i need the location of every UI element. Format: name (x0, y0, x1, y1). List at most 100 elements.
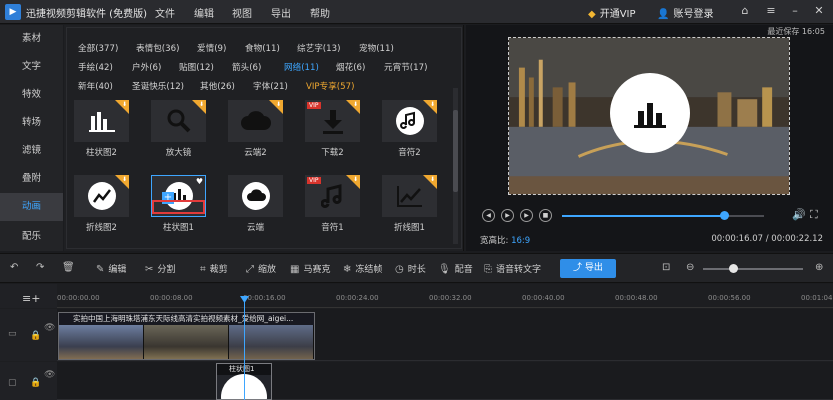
library-item-magnifier[interactable]: ⬇ (151, 100, 206, 142)
menu-export[interactable]: 导出 (271, 5, 291, 20)
category-outdoor[interactable]: 户外(6) (132, 61, 161, 73)
split-button[interactable]: ✂ 分割 (145, 262, 175, 275)
sidebar-item-transition[interactable]: 转场 (0, 109, 63, 137)
library-item-bar-chart-1[interactable]: + ♥ (151, 175, 206, 217)
time-ruler[interactable]: 00:00:00.00 00:00:08.00 00:00:16.00 00:0… (57, 284, 833, 308)
sidebar-item-music[interactable]: 配乐 (0, 223, 63, 251)
sidebar-item-filter[interactable]: 滤镜 (0, 137, 63, 165)
undo-icon[interactable]: ↶ (10, 262, 22, 273)
stop-icon[interactable]: ■ (539, 209, 552, 222)
zoom-in-icon[interactable]: ⊕ (815, 262, 827, 273)
menu-help[interactable]: 帮助 (310, 5, 330, 20)
delete-icon[interactable]: 🗑 (62, 262, 79, 273)
library-scroll-thumb[interactable] (453, 110, 458, 192)
library-item-bar-chart-2[interactable]: ⬇ (74, 100, 129, 142)
export-label: 导出 (584, 263, 603, 273)
category-pet[interactable]: 宠物(11) (359, 42, 394, 54)
category-food[interactable]: 食物(11) (245, 42, 280, 54)
zoom-button[interactable]: ⤢ 缩放 (246, 262, 276, 275)
microphone-icon: 🎙 (438, 264, 451, 275)
sidebar-item-overlay[interactable]: 叠附 (0, 165, 63, 193)
category-sticker[interactable]: 贴图(12) (179, 61, 214, 73)
freeze-frame-button[interactable]: ❄ 冻结帧 (343, 262, 382, 275)
freeze-icon: ❄ (343, 264, 352, 275)
add-track-icon[interactable]: ≡+ (22, 292, 40, 305)
account-button[interactable]: 👤 账号登录 (657, 5, 713, 20)
minimize-icon[interactable]: – (788, 4, 802, 18)
sidebar-item-text[interactable]: 文字 (0, 53, 63, 81)
category-variety-text[interactable]: 综艺字(13) (297, 42, 340, 54)
overlay-track[interactable] (57, 362, 833, 400)
library-item-label: 云端 (246, 223, 264, 233)
playhead[interactable] (244, 298, 245, 400)
menu-edit[interactable]: 编辑 (194, 5, 214, 20)
category-emoji[interactable]: 表情包(36) (136, 42, 179, 54)
vip-badge: VIP (307, 102, 321, 109)
video-clip[interactable]: 实拍中国上海明珠塔浦东天际线高清实拍视频素材_爱给网_aigei... (58, 312, 315, 360)
prev-frame-icon[interactable]: ◀ (482, 209, 495, 222)
library-item-label: 柱状图1 (163, 223, 194, 233)
library-item-cloud[interactable] (228, 175, 283, 217)
redo-icon[interactable]: ↷ (36, 262, 48, 273)
sidebar-item-material[interactable]: 素材 (0, 25, 63, 53)
zoom-fit-icon[interactable]: ⊡ (662, 262, 674, 273)
tick-label: 00:00:56.00 (708, 294, 751, 302)
tick-label: 00:00:48.00 (615, 294, 658, 302)
home-icon[interactable]: ⌂ (738, 4, 752, 18)
heart-icon[interactable]: ♥ (196, 177, 203, 186)
library-item-cloud-2[interactable]: ⬇ (228, 100, 283, 142)
library-item-line-chart-1[interactable]: ⬇ (382, 175, 437, 217)
preview-canvas[interactable] (508, 37, 790, 195)
zoom-slider[interactable] (703, 268, 803, 270)
speech-to-text-button[interactable]: ⎘ 语音转文字 (484, 262, 541, 275)
sidebar-item-animation[interactable]: 动画 (0, 193, 63, 221)
mosaic-button[interactable]: ▦ 马赛克 (290, 262, 330, 275)
fullscreen-icon[interactable]: ⛶ (810, 208, 818, 222)
eye-icon[interactable]: 👁 (44, 370, 55, 380)
menu-view[interactable]: 视图 (232, 5, 252, 20)
play-icon[interactable]: ▶ (501, 209, 514, 222)
category-fireworks[interactable]: 烟花(6) (336, 61, 365, 73)
category-love[interactable]: 爱情(9) (197, 42, 226, 54)
seek-handle[interactable] (719, 211, 729, 220)
vip-button[interactable]: ◆ 开通VIP (588, 5, 636, 20)
next-frame-icon[interactable]: ▶ (520, 209, 533, 222)
library-item-music-1[interactable]: VIP ⬇ (305, 175, 360, 217)
zoom-slider-handle[interactable] (729, 264, 738, 273)
voiceover-button[interactable]: 🎙 配音 (438, 262, 473, 275)
category-handdrawn[interactable]: 手绘(42) (78, 61, 113, 73)
category-vip[interactable]: VIP专享(57) (306, 80, 354, 92)
category-all[interactable]: 全部(377) (78, 42, 118, 54)
eye-icon[interactable]: 👁 (44, 323, 55, 333)
edit-label: 编辑 (108, 265, 127, 275)
lock-icon[interactable]: 🔒 (30, 378, 41, 388)
zoom-icon: ⤢ (246, 264, 254, 275)
edit-button[interactable]: ✎ 编辑 (96, 262, 126, 275)
tick-label: 00:01:04.00 (801, 294, 833, 302)
category-font[interactable]: 字体(21) (253, 80, 288, 92)
close-icon[interactable]: ✕ (812, 4, 826, 18)
preview-panel: 最近保存 16:05 ◀ ▶ ▶ ■ 🔊 ⛶ 宽高比: 16:9 00:00:1… (466, 25, 833, 251)
lock-icon[interactable]: 🔒 (30, 331, 41, 341)
category-other[interactable]: 其他(26) (200, 80, 235, 92)
zoom-out-icon[interactable]: ⊖ (686, 262, 698, 273)
library-item-download-2[interactable]: VIP ⬇ (305, 100, 360, 142)
menu-file[interactable]: 文件 (155, 5, 175, 20)
aspect-ratio[interactable]: 宽高比: 16:9 (480, 234, 530, 246)
volume-icon[interactable]: 🔊 (792, 208, 806, 221)
library-item-line-chart-2[interactable]: ⬇ (74, 175, 129, 217)
category-lantern[interactable]: 元宵节(17) (384, 61, 427, 73)
menu-icon[interactable]: ≡ (764, 4, 778, 18)
vip-badge: VIP (307, 177, 321, 184)
bar-chart-overlay[interactable] (610, 73, 690, 153)
library-item-music-2[interactable]: ⬇ (382, 100, 437, 142)
duration-button[interactable]: ◷ 时长 (395, 262, 426, 275)
category-newyear[interactable]: 新年(40) (78, 80, 113, 92)
category-arrow[interactable]: 箭头(6) (232, 61, 261, 73)
diamond-icon: ◆ (588, 9, 596, 20)
sidebar-item-effects[interactable]: 特效 (0, 81, 63, 109)
category-christmas[interactable]: 圣诞快乐(12) (132, 80, 184, 92)
export-button[interactable]: ⤴ 导出 (560, 259, 616, 278)
category-network[interactable]: 网络(11) (284, 61, 319, 73)
crop-button[interactable]: ⌗ 裁剪 (200, 262, 228, 275)
